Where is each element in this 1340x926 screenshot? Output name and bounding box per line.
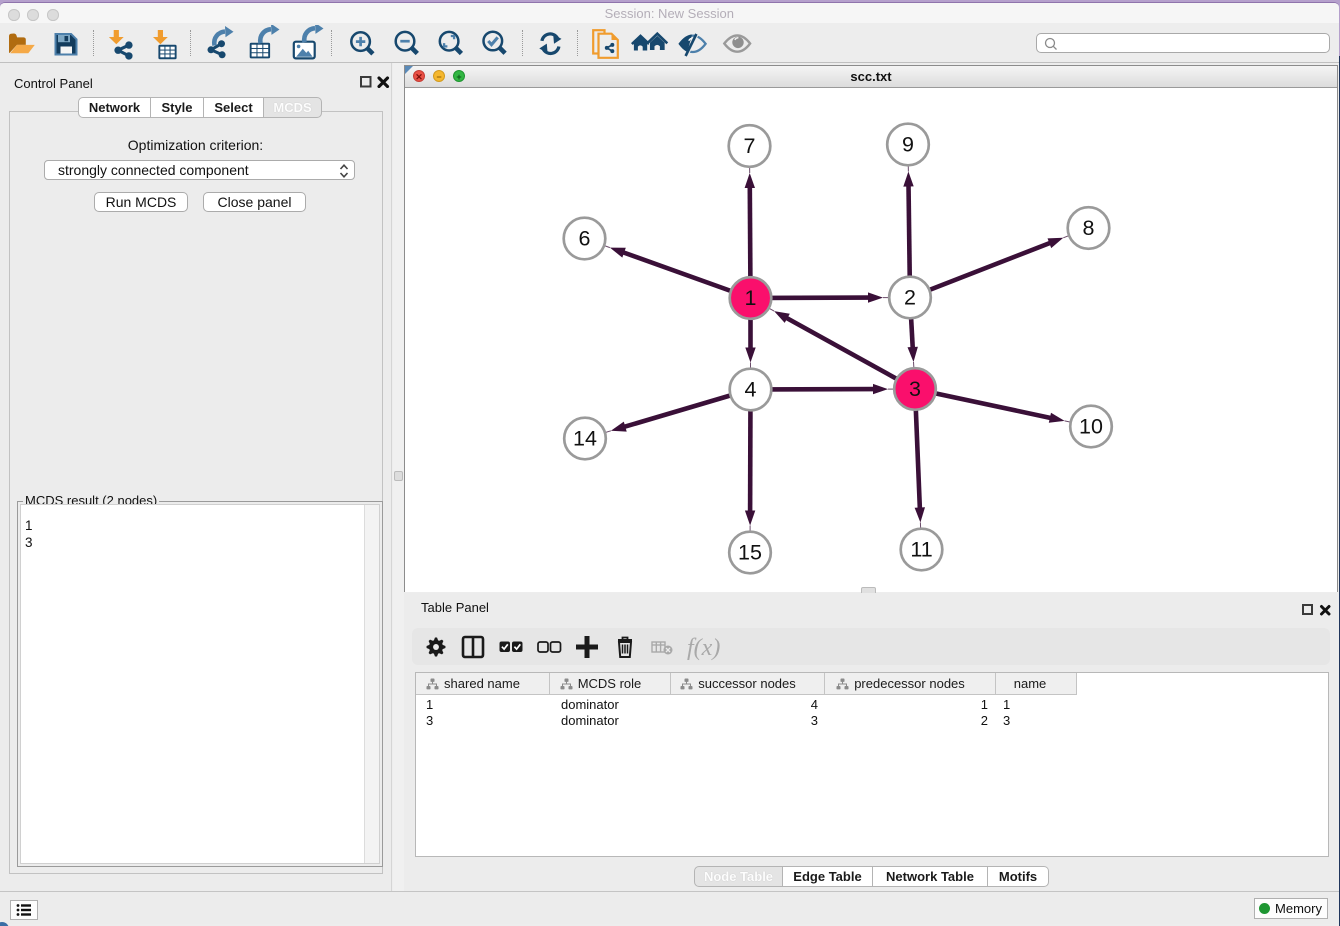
svg-text:10: 10 xyxy=(1079,415,1103,439)
svg-text:7: 7 xyxy=(744,134,756,158)
svg-text:1: 1 xyxy=(745,286,757,310)
svg-text:2: 2 xyxy=(904,286,916,310)
svg-text:6: 6 xyxy=(579,227,591,251)
svg-text:15: 15 xyxy=(738,541,762,565)
svg-text:f(x): f(x) xyxy=(687,635,720,661)
svg-text:9: 9 xyxy=(902,133,914,157)
svg-text:4: 4 xyxy=(745,378,757,402)
svg-text:8: 8 xyxy=(1083,216,1095,240)
svg-text:14: 14 xyxy=(573,427,597,451)
svg-text:11: 11 xyxy=(910,538,932,562)
svg-text:3: 3 xyxy=(909,377,921,401)
